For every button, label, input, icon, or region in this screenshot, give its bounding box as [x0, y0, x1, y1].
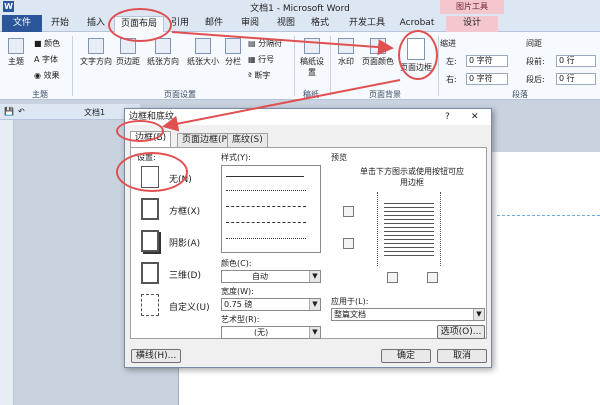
arrow-to-border-tab	[162, 79, 401, 132]
annotation-arrows	[162, 31, 401, 132]
arrow-to-page-border	[171, 31, 394, 56]
